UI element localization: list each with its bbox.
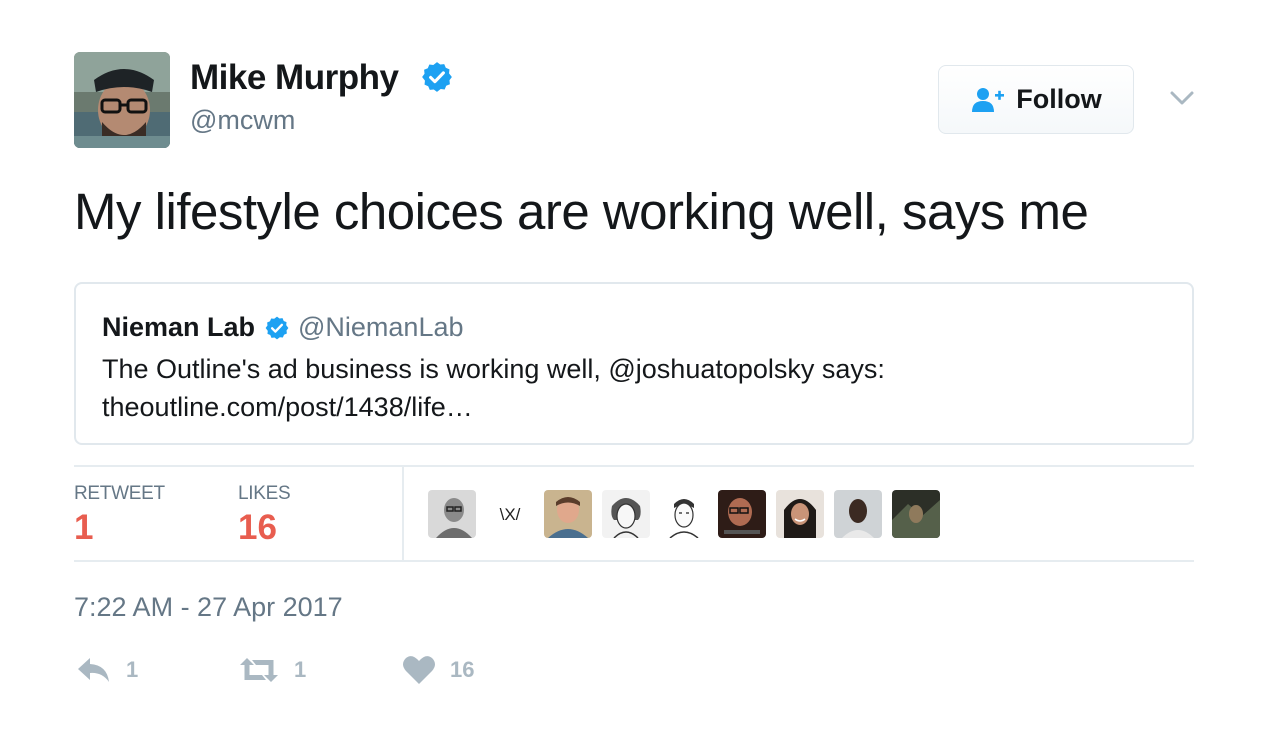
follow-button[interactable]: Follow [938, 65, 1134, 134]
likes-label: LIKES [238, 483, 291, 504]
avatar-sketch [602, 490, 650, 538]
liker-avatar[interactable] [892, 490, 940, 538]
verified-badge-icon [422, 62, 452, 92]
avatar-photo [892, 490, 940, 538]
liker-avatar[interactable] [834, 490, 882, 538]
chevron-down-icon[interactable] [1168, 86, 1196, 110]
liker-avatar[interactable] [660, 490, 708, 538]
like-button[interactable]: 16 [402, 652, 474, 688]
reply-icon [78, 658, 109, 682]
avatar-logo-text: \X/ [486, 490, 534, 538]
heart-icon [403, 656, 435, 684]
follow-button-label: Follow [1016, 84, 1102, 114]
author-handle[interactable]: @mcwm [190, 103, 295, 137]
liker-avatar[interactable] [544, 490, 592, 538]
avatar-sketch [660, 490, 708, 538]
retweet-count: 1 [294, 657, 307, 682]
avatar-photo [544, 490, 592, 538]
like-count: 16 [450, 657, 475, 682]
tweet-timestamp[interactable]: 7:22 AM - 27 Apr 2017 [74, 590, 343, 624]
liker-avatar[interactable] [428, 490, 476, 538]
follow-user-icon [972, 87, 1005, 112]
quoted-author-handle: @NiemanLab [298, 312, 464, 342]
stats-bottom-divider [74, 560, 1194, 562]
liker-logo-text: \X/ [500, 505, 521, 524]
retweet-button[interactable]: 1 [238, 652, 306, 688]
stats-top-divider [74, 465, 1194, 467]
likers-avatars: \X/ [428, 490, 940, 538]
stats-vertical-divider [402, 467, 404, 560]
likes-count[interactable]: 16 [238, 508, 277, 548]
liker-avatar[interactable] [776, 490, 824, 538]
author-avatar-image [74, 52, 170, 148]
reply-button[interactable]: 1 [76, 652, 138, 688]
avatar-photo [834, 490, 882, 538]
avatar-photo [776, 490, 824, 538]
retweets-count[interactable]: 1 [74, 508, 93, 548]
liker-avatar[interactable]: \X/ [486, 490, 534, 538]
reply-count: 1 [126, 657, 139, 682]
avatar-photo [428, 490, 476, 538]
tweet-text: My lifestyle choices are working well, s… [74, 183, 1089, 240]
liker-avatar[interactable] [602, 490, 650, 538]
retweets-label: RETWEET [74, 483, 165, 504]
tweet-card: Mike Murphy @mcwm Follow My lifestyle ch… [0, 0, 1268, 734]
author-avatar[interactable] [74, 52, 170, 148]
author-name[interactable]: Mike Murphy [190, 56, 399, 100]
retweet-icon [240, 658, 278, 682]
verified-badge-icon [265, 316, 289, 340]
liker-avatar[interactable] [718, 490, 766, 538]
avatar-photo [718, 490, 766, 538]
quoted-tweet[interactable]: Nieman Lab @NiemanLab The Outline's ad b… [74, 282, 1194, 445]
quoted-tweet-text: The Outline's ad business is working wel… [102, 354, 885, 422]
quoted-author-name: Nieman Lab [102, 312, 256, 342]
